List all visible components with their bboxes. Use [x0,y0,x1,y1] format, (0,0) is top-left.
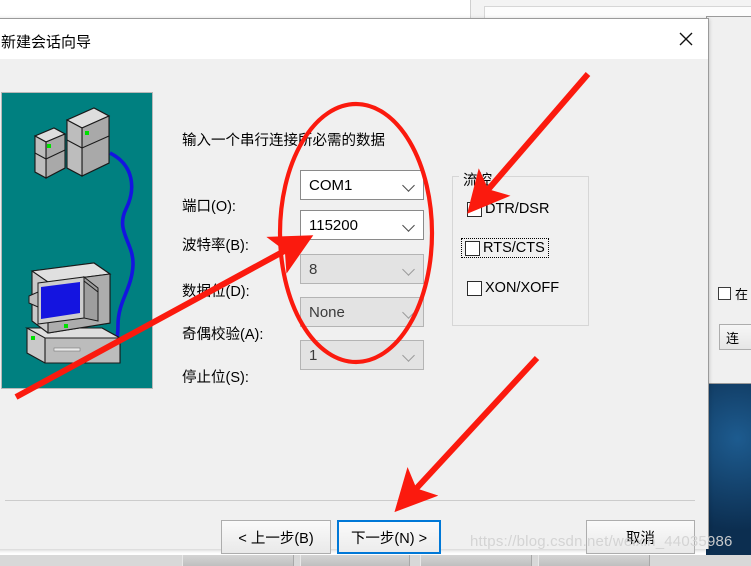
chevron-down-icon [403,219,415,231]
next-button[interactable]: 下一步(N) > [337,520,441,554]
chevron-down-icon [403,263,415,275]
databits-select-value: 8 [309,260,318,278]
background-checkbox[interactable]: 在 [718,284,748,303]
illustration-graphic [24,107,135,364]
port-select[interactable]: COM1 [300,170,424,200]
checkbox-dtr-dsr[interactable]: DTR/DSR [464,200,552,218]
baudrate-select[interactable]: 115200 [300,210,424,240]
checkbox-xon-xoff[interactable]: XON/XOFF [464,279,562,297]
checkbox-box[interactable] [467,280,482,296]
taskbar-item[interactable] [420,555,532,566]
divider [5,500,695,501]
back-button[interactable]: < 上一步(B) [221,520,331,554]
checkbox-box[interactable] [465,240,480,256]
databits-select[interactable]: 8 [300,254,424,284]
stopbits-label: 停止位(S): [182,370,249,386]
screen: 在 连 新建会话向导 输入一个串行连接所必需的数据 端口(O): 波特率(B):… [0,0,751,566]
checkbox-label: XON/XOFF [485,280,560,296]
background-checkbox-label: 在 [735,287,749,302]
serial-connection-illustration [1,92,153,389]
dialog-title: 新建会话向导 [1,34,92,51]
checkbox-rts-cts[interactable]: RTS/CTS [461,238,549,258]
chevron-down-icon [403,349,415,361]
background-connect-button[interactable]: 连 [719,324,751,350]
port-select-value: COM1 [309,176,353,194]
parity-select[interactable]: None [300,297,424,327]
stopbits-select[interactable]: 1 [300,340,424,370]
new-session-wizard-dialog: 新建会话向导 输入一个串行连接所必需的数据 端口(O): 波特率(B): 数据位… [0,18,709,554]
parity-select-value: None [309,303,345,321]
taskbar-item[interactable] [538,555,650,566]
databits-label: 数据位(D): [182,284,250,300]
checkbox-label: RTS/CTS [483,240,545,256]
checkbox-box[interactable] [467,201,482,217]
dialog-body: 输入一个串行连接所必需的数据 端口(O): 波特率(B): 数据位(D): 奇偶… [0,59,708,554]
background-checkbox-box[interactable] [718,287,731,300]
port-label: 端口(O): [182,199,236,215]
baudrate-select-value: 115200 [309,216,358,234]
chevron-down-icon [403,179,415,191]
parity-label: 奇偶校验(A): [182,327,264,343]
flow-control-legend: 流控 [459,169,496,190]
stopbits-select-value: 1 [309,346,318,364]
baudrate-label: 波特率(B): [182,238,249,254]
taskbar-item[interactable] [300,555,410,566]
dialog-title-bar: 新建会话向导 [0,19,708,59]
back-button-label: < 上一步(B) [238,530,314,547]
checkbox-label: DTR/DSR [485,201,550,217]
next-button-label: 下一步(N) > [350,530,428,547]
chevron-down-icon [403,306,415,318]
background-connect-button-label: 连 [726,330,740,346]
taskbar-item[interactable] [182,555,294,566]
watermark: https://blog.csdn.net/weixin_44035986 [470,533,733,550]
background-window-right: 在 连 [706,16,751,384]
close-icon[interactable] [664,19,708,59]
instruction-text: 输入一个串行连接所必需的数据 [182,133,385,149]
